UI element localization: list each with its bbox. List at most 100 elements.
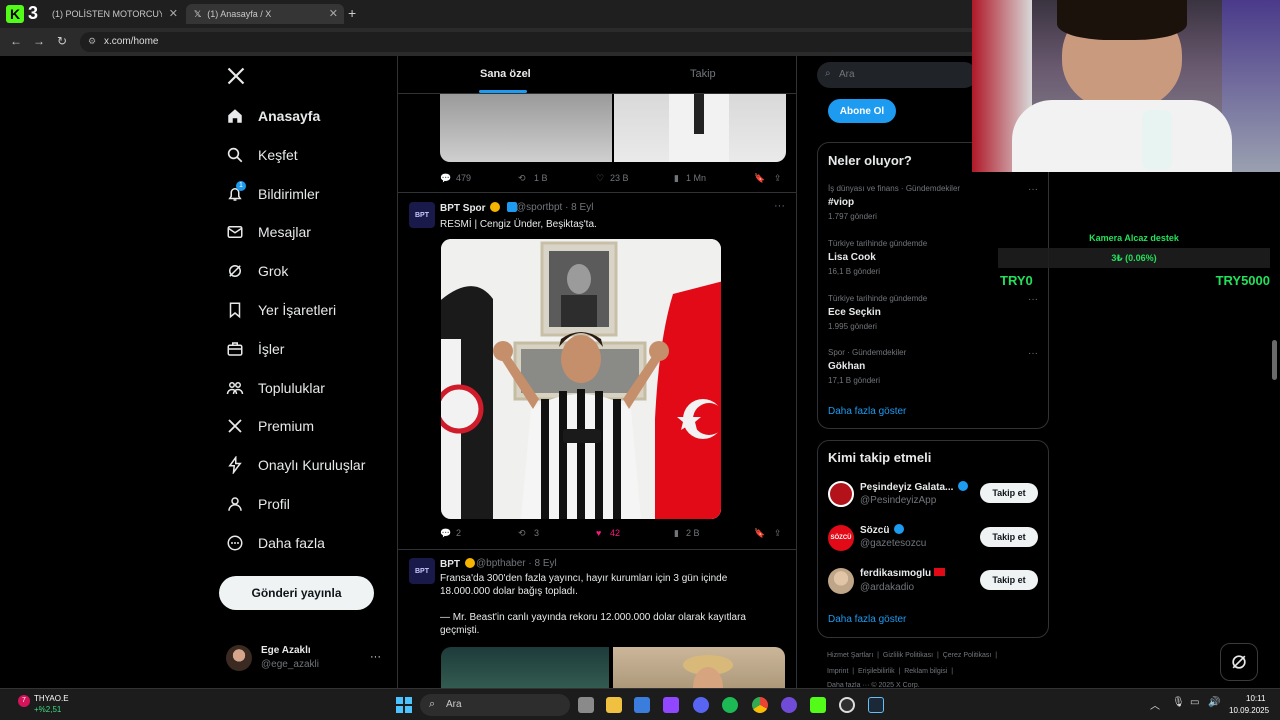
task-view-icon[interactable]: [578, 697, 594, 713]
app-icon[interactable]: [781, 697, 797, 713]
tweet-image-left[interactable]: [441, 647, 609, 688]
grok-float-button[interactable]: [1220, 643, 1258, 681]
trends-show-more-link[interactable]: Daha fazla göster: [828, 406, 906, 417]
obs-icon[interactable]: [839, 697, 855, 713]
bookmark-icon[interactable]: 🔖: [754, 528, 765, 539]
share-icon[interactable]: ⇪: [774, 173, 782, 184]
tweet-handle[interactable]: @sportbpt · 8 Eyl: [516, 202, 593, 213]
tab-polisten[interactable]: (1) POLİSTEN MOTORCUYA UYA ✕: [44, 4, 184, 24]
back-icon[interactable]: ←: [10, 34, 22, 48]
follow-button[interactable]: Takip et: [980, 570, 1038, 590]
account-switcher[interactable]: Ege Azaklı @ege_azakli ···: [226, 643, 386, 675]
clock-date[interactable]: 10.09.2025: [1229, 706, 1269, 715]
follow-button[interactable]: Takip et: [980, 527, 1038, 547]
avatar[interactable]: [828, 568, 854, 594]
views-icon[interactable]: ▮: [674, 173, 679, 184]
spotify-icon[interactable]: [722, 697, 738, 713]
new-tab-button[interactable]: +: [348, 5, 356, 21]
sidebar-item-home[interactable]: Anasayfa: [226, 101, 320, 131]
network-icon[interactable]: ▭: [1190, 697, 1199, 708]
bookmark-icon[interactable]: 🔖: [754, 173, 765, 184]
x-logo-icon[interactable]: [226, 66, 246, 91]
discord-icon[interactable]: [693, 697, 709, 713]
avatar[interactable]: [828, 481, 854, 507]
more-icon[interactable]: ···: [1028, 184, 1038, 195]
previous-tweet-image-right[interactable]: [614, 94, 786, 162]
footer-link[interactable]: Erişilebilirlik: [858, 668, 895, 675]
sidebar-item-mail[interactable]: Mesajlar: [226, 217, 311, 247]
page-scrollbar[interactable]: [1272, 340, 1277, 380]
avatar[interactable]: SÖZCÜ: [828, 525, 854, 551]
reply-count: 2: [456, 528, 462, 538]
search-input[interactable]: ⌕ Ara: [817, 62, 977, 88]
chrome-icon[interactable]: [752, 697, 768, 713]
avatar[interactable]: BPT: [409, 558, 435, 584]
reply-icon[interactable]: 💬: [440, 173, 451, 184]
follow-suggestion-name[interactable]: ferdikasımoglu: [860, 568, 945, 579]
repost-icon[interactable]: ⟲: [518, 173, 526, 184]
subscribe-button[interactable]: Abone Ol: [828, 99, 896, 123]
avatar[interactable]: BPT: [409, 202, 435, 228]
tray-chevron-icon[interactable]: ︿: [1150, 697, 1160, 712]
sidebar-item-more-circle[interactable]: Daha fazla: [226, 528, 325, 558]
post-button[interactable]: Gönderi yayınla: [219, 576, 374, 610]
more-icon[interactable]: ···: [774, 200, 785, 212]
file-explorer-icon[interactable]: [606, 697, 622, 713]
reload-icon[interactable]: ↻: [57, 34, 67, 48]
sidebar-item-search[interactable]: Keşfet: [226, 140, 298, 170]
follow-button[interactable]: Takip et: [980, 483, 1038, 503]
sidebar-item-bookmark[interactable]: Yer İşaretleri: [226, 295, 336, 325]
sidebar-item-grok[interactable]: Grok: [226, 256, 288, 286]
sidebar-item-label: Bildirimler: [258, 185, 320, 202]
volume-icon[interactable]: 🔊: [1208, 697, 1220, 708]
like-icon[interactable]: ♡: [596, 173, 604, 184]
share-icon[interactable]: ⇪: [774, 528, 782, 539]
close-icon[interactable]: ✕: [329, 7, 338, 20]
microphone-icon[interactable]: 🎙: [1172, 697, 1185, 708]
stock-widget[interactable]: 7 THYAO.E +%2,51: [16, 693, 96, 717]
follow-suggestion-name[interactable]: Sözcü: [860, 524, 906, 536]
url-input[interactable]: ⚙ x.com/home: [80, 32, 980, 52]
footer-link[interactable]: Hizmet Şartları: [827, 652, 873, 659]
taskbar-search-input[interactable]: ⌕ Ara: [420, 694, 570, 716]
sidebar-item-person[interactable]: Profil: [226, 489, 290, 519]
sidebar-item-lightning[interactable]: Onaylı Kuruluşlar: [226, 450, 365, 480]
tweet-author-name[interactable]: BPT Spor: [440, 202, 519, 214]
who-to-follow-show-more-link[interactable]: Daha fazla göster: [828, 614, 906, 625]
sidebar-item-briefcase[interactable]: İşler: [226, 334, 284, 364]
windows-start-icon[interactable]: [396, 697, 412, 713]
verified-badge-icon: [958, 481, 969, 491]
site-info-icon[interactable]: ⚙: [88, 36, 96, 47]
liked-heart-icon[interactable]: ♥: [596, 528, 601, 538]
tweet-image[interactable]: [441, 239, 721, 519]
sidebar-item-x-logo[interactable]: Premium: [226, 411, 314, 441]
clock-time[interactable]: 10:11: [1246, 694, 1265, 703]
reply-icon[interactable]: 💬: [440, 528, 451, 539]
sidebar-item-bell[interactable]: 1 Bildirimler: [226, 179, 319, 209]
previous-tweet-image-left[interactable]: [440, 94, 612, 162]
repost-icon[interactable]: ⟲: [518, 528, 526, 539]
more-icon[interactable]: ···: [1028, 348, 1038, 359]
tweet-handle[interactable]: @bpthaber · 8 Eyl: [476, 558, 557, 569]
twitch-icon[interactable]: [663, 697, 679, 713]
more-icon[interactable]: ···: [1028, 294, 1038, 305]
footer-link[interactable]: Gizlilik Politikası: [883, 652, 933, 659]
tab-takip[interactable]: Takip: [690, 68, 716, 80]
tweet-image-right[interactable]: [613, 647, 785, 688]
kick-icon[interactable]: [810, 697, 826, 713]
tab-sana-ozel[interactable]: Sana özel: [480, 68, 531, 80]
footer-link[interactable]: Imprint: [827, 668, 848, 675]
kick-logo-icon: K: [6, 5, 24, 23]
footer-link[interactable]: Reklam bilgisi: [904, 668, 947, 675]
steam-icon[interactable]: [868, 697, 884, 713]
close-icon[interactable]: ✕: [169, 7, 178, 20]
views-icon[interactable]: ▮: [674, 528, 679, 539]
sidebar-item-people[interactable]: Topluluklar: [226, 373, 325, 403]
tweet-author-name[interactable]: BPT: [440, 558, 477, 570]
forward-icon[interactable]: →: [33, 34, 45, 48]
store-icon[interactable]: [634, 697, 650, 713]
tab-anasayfa[interactable]: 𝕏 (1) Anasayfa / X ✕: [186, 4, 344, 24]
follow-suggestion-name[interactable]: Peşindeyiz Galata...: [860, 481, 970, 493]
more-icon[interactable]: ···: [370, 651, 381, 663]
footer-link[interactable]: Çerez Politikası: [943, 652, 992, 659]
